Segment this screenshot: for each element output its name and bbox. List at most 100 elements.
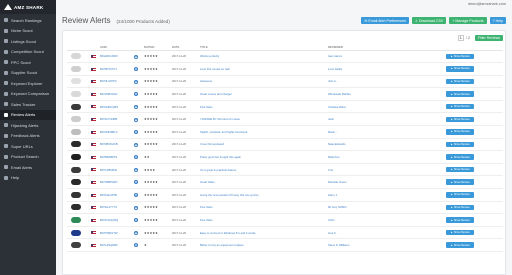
- product-image[interactable]: [69, 165, 82, 175]
- review-title-link[interactable]: I SWORE BY this kind of mouse: [198, 112, 326, 127]
- asin-link[interactable]: B07H4KKQB3: [98, 100, 132, 114]
- review-title-link[interactable]: Pretty good but bought this again: [198, 150, 326, 164]
- sidebar-item-sales-tracker[interactable]: Sales Tracker: [0, 99, 56, 110]
- review-title-link[interactable]: Five Stars: [198, 201, 326, 215]
- sidebar-item-listings-scout[interactable]: Listings Scout: [0, 36, 56, 47]
- product-image[interactable]: [69, 76, 82, 86]
- show-review-button[interactable]: ▲ Show Review: [446, 91, 474, 97]
- review-title-link[interactable]: Living the new pandem Primary this one (…: [198, 188, 326, 202]
- product-image[interactable]: [69, 89, 82, 99]
- product-image[interactable]: [69, 102, 82, 112]
- amazon-icon[interactable]: a: [134, 205, 138, 210]
- show-review-button[interactable]: ▲ Show Review: [446, 78, 474, 85]
- reviewer-link[interactable]: Danielle Green: [326, 175, 444, 190]
- review-title-link[interactable]: Love this mouse so well: [198, 62, 326, 76]
- product-image[interactable]: [69, 202, 82, 212]
- amazon-icon[interactable]: a: [134, 79, 138, 84]
- product-image[interactable]: [69, 215, 82, 225]
- review-title-link[interactable]: I love this keyboard: [198, 138, 326, 152]
- show-review-button[interactable]: ▲ Show Review: [446, 129, 474, 135]
- reviewer-link[interactable]: Cris: [326, 163, 444, 177]
- page-input[interactable]: 1: [457, 35, 464, 41]
- show-review-button[interactable]: ▲ Show Review: [446, 103, 474, 110]
- download-csv-button[interactable]: ⇩ Download CSV: [411, 17, 447, 24]
- show-review-button[interactable]: ▲ Show Review: [446, 179, 474, 185]
- sidebar-item-search-rankings[interactable]: Search Rankings: [0, 15, 56, 26]
- review-title-link[interactable]: Easy to connect to Windows 8.1 and it wo…: [198, 226, 326, 240]
- asin-link[interactable]: B07L4NQ8RZ: [98, 238, 132, 252]
- product-image[interactable]: [69, 51, 82, 61]
- amazon-icon[interactable]: a: [134, 117, 138, 122]
- reviewer-link[interactable]: Lisa C.: [326, 226, 444, 240]
- asin-link[interactable]: B07HJ7JNRB: [98, 112, 132, 127]
- asin-link[interactable]: B075KXC5YJ: [98, 62, 132, 76]
- amazon-icon[interactable]: a: [134, 142, 138, 147]
- review-title-link[interactable]: Awesome: [198, 75, 326, 89]
- manage-products-button[interactable]: + Manage Products: [449, 17, 487, 24]
- reviewer-link[interactable]: Love Adaily: [326, 62, 444, 76]
- reviewer-link[interactable]: Mr Guy SOMO: [326, 201, 444, 215]
- amazon-icon[interactable]: a: [134, 180, 138, 185]
- product-image[interactable]: [69, 177, 82, 187]
- asin-link[interactable]: B074NDZBLC: [98, 125, 132, 139]
- amazon-icon[interactable]: a: [134, 67, 138, 72]
- amazon-icon[interactable]: a: [134, 54, 138, 59]
- sidebar-item-review-alerts[interactable]: Review Alerts: [0, 109, 56, 120]
- review-title-link[interactable]: Better to buy an equipment replace: [198, 238, 326, 252]
- show-review-button[interactable]: ▲ Show Review: [446, 204, 474, 211]
- help-button[interactable]: ? Help: [489, 17, 506, 24]
- reviewer-link[interactable]: nick m...: [326, 75, 444, 89]
- reviewer-link[interactable]: Rafa Fan: [326, 150, 444, 164]
- product-image[interactable]: [69, 240, 82, 250]
- show-review-button[interactable]: ▲ Show Review: [446, 141, 474, 148]
- reviewer-link[interactable]: Marin...: [326, 125, 444, 139]
- amazon-icon[interactable]: a: [134, 218, 138, 223]
- reviewer-link[interactable]: Chelsea Ward: [326, 100, 444, 114]
- product-image[interactable]: [69, 190, 82, 200]
- reviewer-link[interactable]: Harry J.: [326, 188, 444, 202]
- product-image[interactable]: [69, 64, 82, 74]
- amazon-icon[interactable]: a: [134, 243, 138, 248]
- sidebar-item-supplier-scout[interactable]: Supplier Scout: [0, 68, 56, 79]
- email-preferences-button[interactable]: ✉ Email Alert Preferences: [361, 17, 409, 24]
- sidebar-item-feedback-alerts[interactable]: Feedback Alerts: [0, 131, 56, 142]
- show-review-button[interactable]: ▲ Show Review: [446, 166, 474, 173]
- review-title-link[interactable]: Great mouse and charger: [198, 87, 326, 101]
- review-title-link[interactable]: Five Stars: [198, 213, 326, 227]
- sidebar-item-competition-scout[interactable]: Competition Scout: [0, 47, 56, 58]
- filter-reviews-button[interactable]: Filter Reviews: [475, 35, 503, 41]
- sidebar-item-ppc-scout[interactable]: PPC Scout: [0, 57, 56, 68]
- asin-link[interactable]: B01HRCJ0D0: [98, 50, 132, 64]
- review-title-link[interactable]: Stylish, practical, and highly functiona…: [198, 125, 326, 139]
- user-email[interactable]: demo@amzshark.com: [468, 2, 506, 6]
- amazon-icon[interactable]: a: [134, 130, 138, 135]
- product-image[interactable]: [69, 228, 82, 238]
- show-review-button[interactable]: ▲ Show Review: [446, 154, 474, 160]
- show-review-button[interactable]: ▲ Show Review: [446, 192, 474, 198]
- asin-link[interactable]: B07LXB6ZN2: [98, 163, 132, 177]
- show-review-button[interactable]: ▲ Show Review: [446, 53, 474, 60]
- review-title-link[interactable]: Five Stars: [198, 100, 326, 114]
- reviewer-link[interactable]: Steve P. Williams: [326, 238, 444, 252]
- amazon-icon[interactable]: a: [134, 193, 138, 198]
- sidebar-item-keyword-comparison[interactable]: Keyword Comparison: [0, 89, 56, 100]
- sidebar-item-keyword-explorer[interactable]: Keyword Explorer: [0, 78, 56, 89]
- sidebar-item-product-search[interactable]: Product Search: [0, 152, 56, 163]
- review-title-link[interactable]: Great Value: [198, 175, 326, 190]
- review-title-link[interactable]: It's a great & practical feature: [198, 163, 326, 177]
- product-image[interactable]: [69, 152, 82, 162]
- asin-link[interactable]: B073LG87FF: [98, 75, 132, 89]
- show-review-button[interactable]: ▲ Show Review: [446, 116, 474, 123]
- show-review-button[interactable]: ▲ Show Review: [446, 66, 474, 72]
- amazon-icon[interactable]: a: [134, 155, 138, 160]
- show-review-button[interactable]: ▲ Show Review: [446, 217, 474, 223]
- asin-link[interactable]: B07B6Z8RTS: [98, 150, 132, 164]
- sidebar-item-niche-scout[interactable]: Niche Scout: [0, 26, 56, 37]
- asin-link[interactable]: B071NQ1Q5Q: [98, 213, 132, 227]
- sidebar-item-super-urls[interactable]: Super URLs: [0, 141, 56, 152]
- reviewer-link[interactable]: Wholesale Robbie: [326, 87, 444, 101]
- product-image[interactable]: [69, 139, 82, 149]
- brand-logo[interactable]: AMZ SHARK: [0, 0, 56, 14]
- asin-link[interactable]: B072SB4JGN: [98, 87, 132, 101]
- sidebar-item-hijacking-alerts[interactable]: Hijacking Alerts: [0, 120, 56, 131]
